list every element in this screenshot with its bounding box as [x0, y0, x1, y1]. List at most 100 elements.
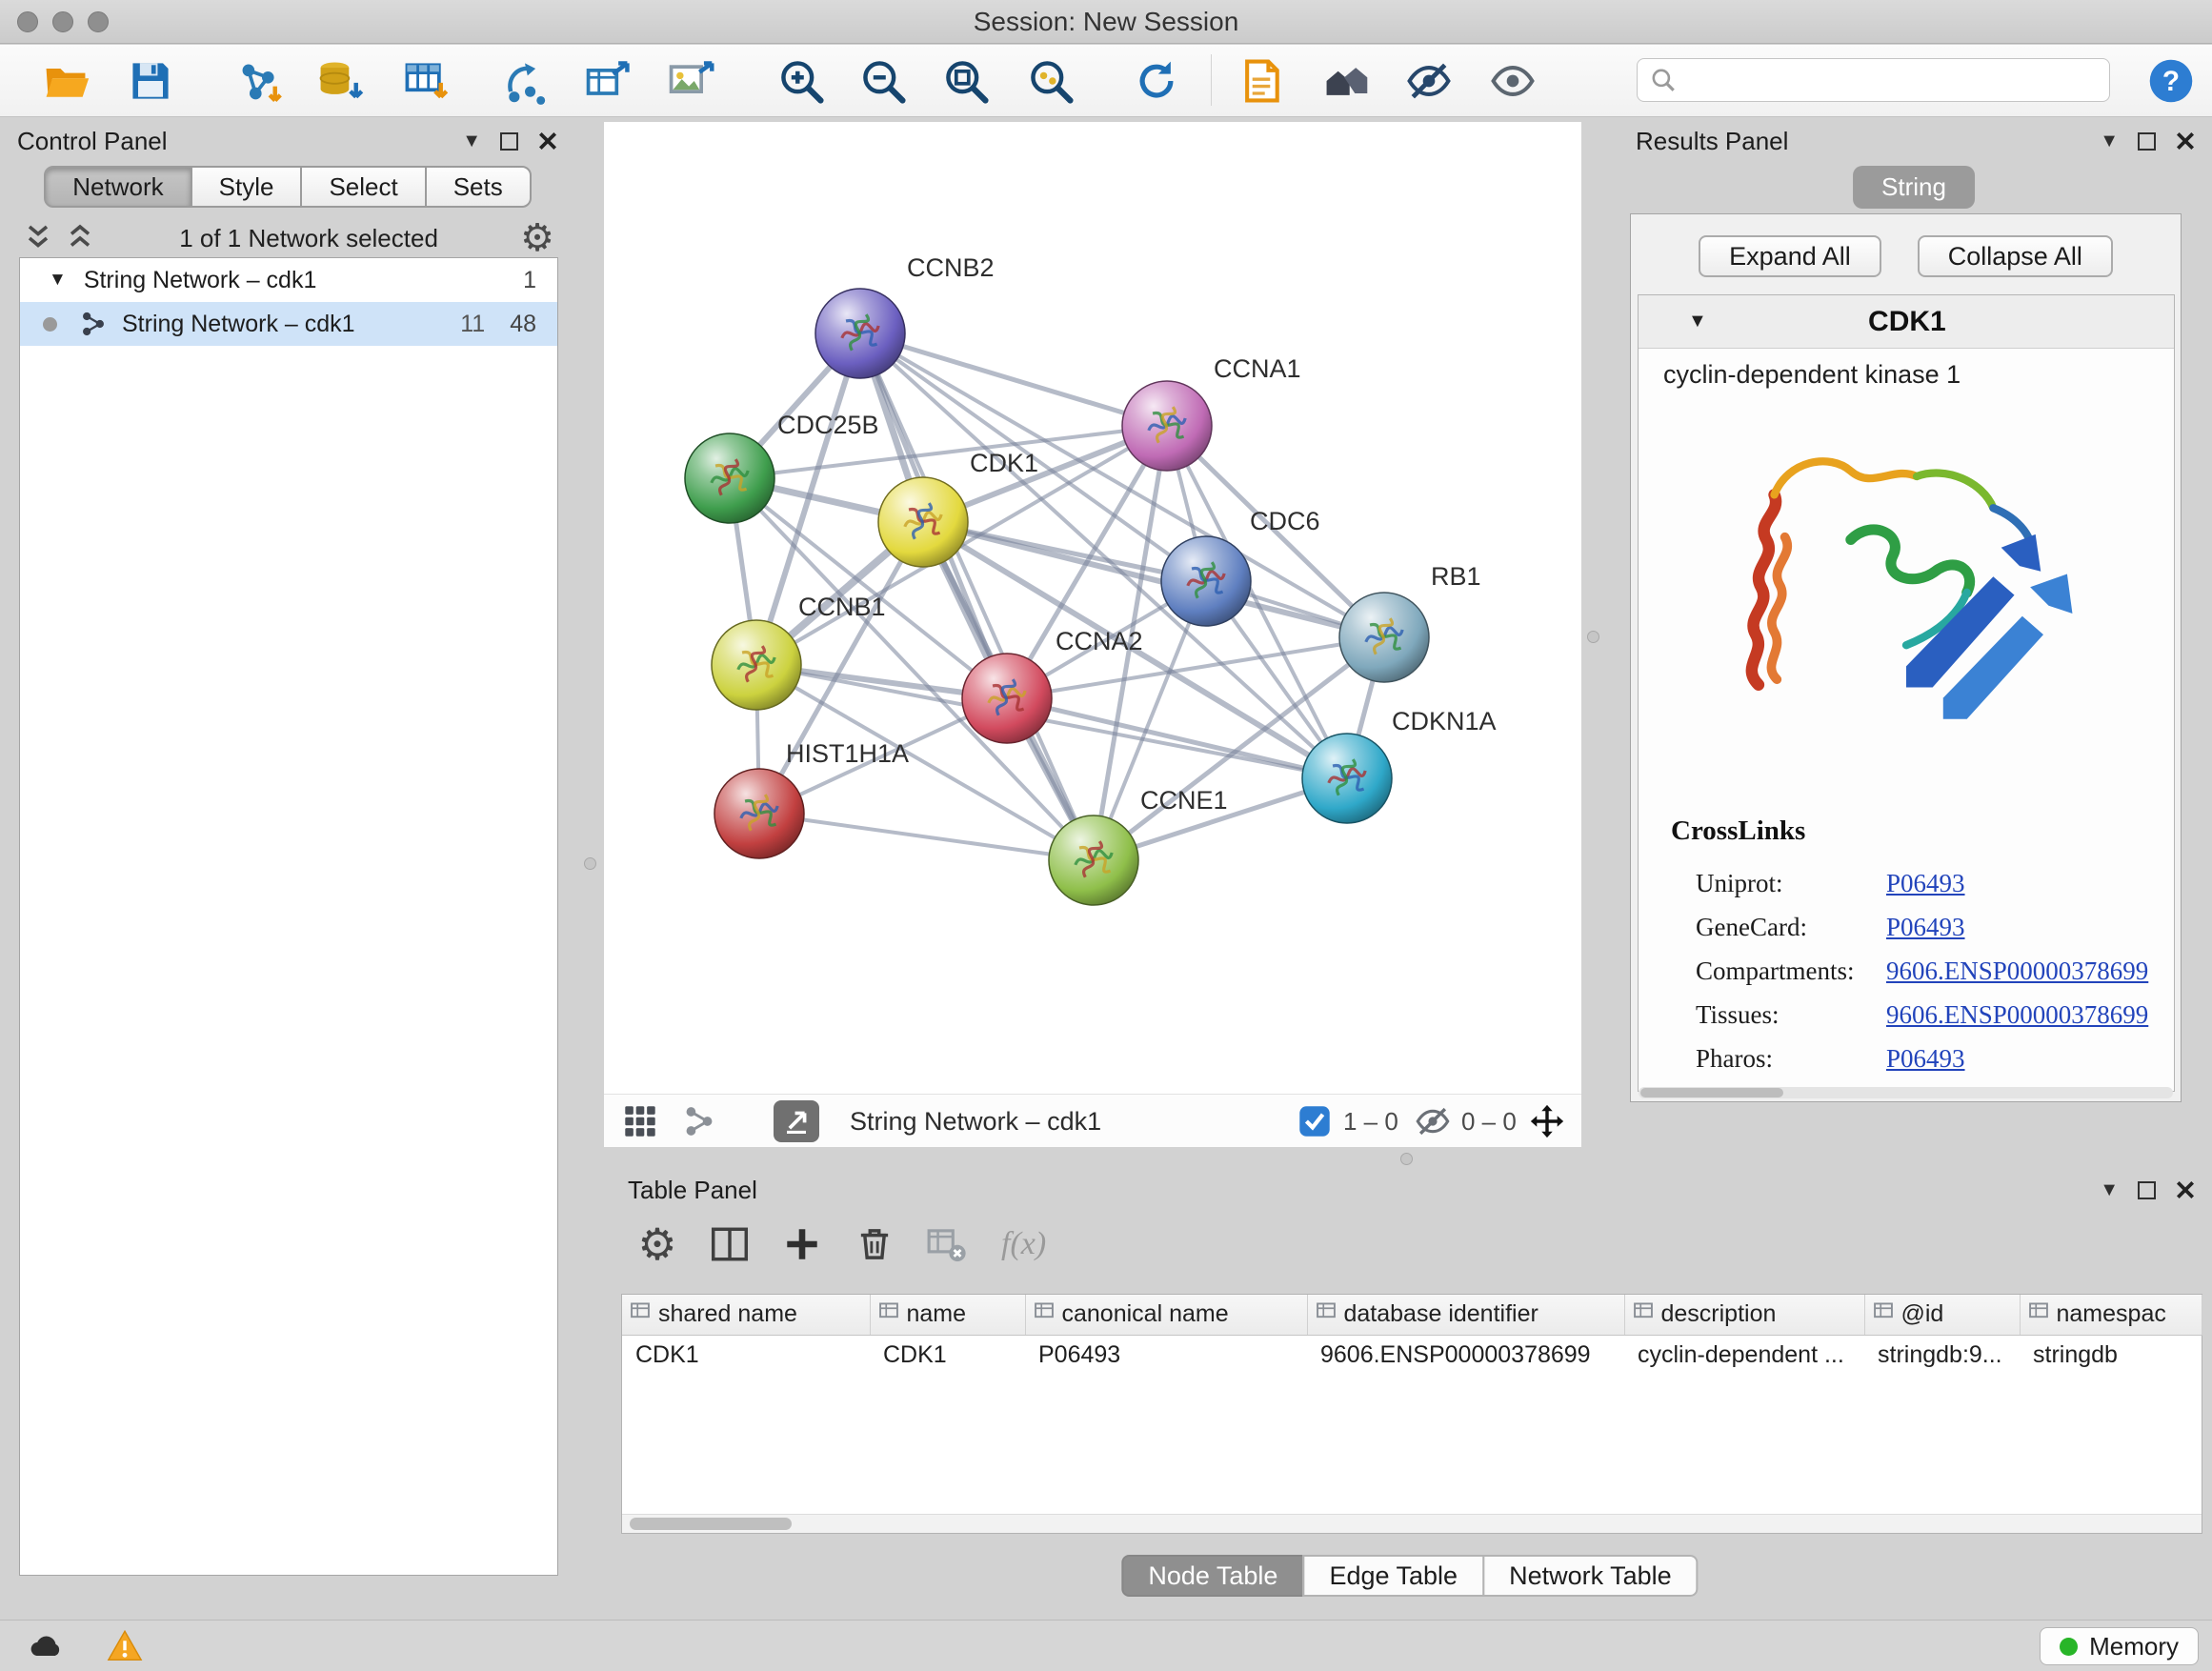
import-network-button[interactable] [230, 52, 289, 110]
crosslink-link[interactable]: P06493 [1886, 913, 1965, 942]
close-panel-icon[interactable] [2175, 1179, 2196, 1200]
column-header--id[interactable]: @id [1864, 1295, 2020, 1335]
edge-CCNA2-CDKN1A[interactable] [1007, 698, 1347, 778]
function-builder-button[interactable]: f(x) [1001, 1226, 1046, 1262]
new-annotation-button[interactable] [1232, 52, 1291, 110]
maximize-panel-icon[interactable] [2138, 132, 2156, 151]
node-CCNE1[interactable] [1049, 815, 1138, 905]
new-network-from-selection-button[interactable] [495, 52, 554, 110]
expander-icon[interactable]: ▼ [49, 270, 67, 291]
node-CCNB2[interactable] [815, 289, 905, 378]
node-CDK1[interactable] [878, 477, 968, 567]
network-collection-row[interactable]: ▼ String Network – cdk1 1 [20, 258, 557, 302]
delete-column-button[interactable] [845, 1216, 904, 1273]
maximize-panel-icon[interactable] [2138, 1181, 2156, 1199]
zoom-out-button[interactable] [854, 52, 913, 110]
delete-table-button[interactable] [917, 1216, 976, 1273]
search-input[interactable] [1687, 61, 2098, 99]
show-columns-button[interactable] [700, 1216, 759, 1273]
float-panel-icon[interactable]: ▼ [2100, 131, 2119, 151]
table-row[interactable]: CDK1CDK1P064939606.ENSP00000378699cyclin… [622, 1335, 2202, 1375]
tab-select[interactable]: Select [300, 166, 426, 208]
birdseye-view-button[interactable] [617, 1100, 663, 1142]
export-image-button[interactable] [661, 52, 720, 110]
expand-all-icon[interactable] [63, 221, 97, 255]
node-CCNB1[interactable] [712, 620, 801, 710]
tab-sets[interactable]: Sets [425, 166, 532, 208]
open-in-window-button[interactable] [774, 1100, 819, 1142]
zoom-in-button[interactable] [772, 52, 831, 110]
open-session-button[interactable] [36, 52, 95, 110]
table-horizontal-scrollbar[interactable] [622, 1514, 2202, 1533]
crosslink-link[interactable]: 9606.ENSP00000378699 [1886, 1000, 2148, 1030]
hide-selected-button[interactable] [1399, 52, 1458, 110]
edge-CCNB2-CCNE1[interactable] [860, 333, 1094, 860]
memory-button[interactable]: Memory [2040, 1627, 2199, 1665]
tab-network[interactable]: Network [44, 166, 191, 208]
cloud-status-button[interactable] [19, 1626, 70, 1666]
network-row[interactable]: String Network – cdk1 11 48 [20, 302, 557, 346]
fit-content-button[interactable] [1524, 1100, 1570, 1142]
right-splitter-handle[interactable] [1587, 631, 1599, 643]
edge-HIST1H1A-CCNE1[interactable] [759, 814, 1094, 860]
crosslink-link[interactable]: P06493 [1886, 869, 1965, 898]
column-header-description[interactable]: description [1624, 1295, 1864, 1335]
tab-string[interactable]: String [1853, 166, 1975, 209]
column-header-database-identifier[interactable]: database identifier [1307, 1295, 1624, 1335]
node-RB1[interactable] [1339, 593, 1429, 682]
column-header-namespac[interactable]: namespac [2020, 1295, 2202, 1335]
node-CCNA2[interactable] [962, 654, 1052, 743]
tab-node-table[interactable]: Node Table [1121, 1555, 1304, 1597]
node-CDKN1A[interactable] [1302, 734, 1392, 823]
edge-CDK1-RB1[interactable] [923, 522, 1384, 637]
scrollbar-thumb[interactable] [630, 1518, 792, 1530]
network-options-gear-icon[interactable]: ⚙ [520, 219, 554, 257]
expand-all-button[interactable]: Expand All [1699, 235, 1881, 277]
protein-card-header[interactable]: ▼ CDK1 [1639, 295, 2174, 349]
results-horizontal-scrollbar[interactable] [1639, 1087, 2173, 1098]
export-table-button[interactable] [578, 52, 637, 110]
scrollbar-thumb[interactable] [1640, 1088, 1783, 1097]
node-CDC25B[interactable] [685, 433, 774, 523]
import-table-button[interactable] [395, 52, 454, 110]
column-header-shared-name[interactable]: shared name [622, 1295, 870, 1335]
network-canvas[interactable]: CCNB2CCNA1CDC25BCDK1CDC6RB1CCNB1CCNA2CDK… [604, 122, 1581, 1094]
float-panel-icon[interactable]: ▼ [2100, 1180, 2119, 1199]
maximize-panel-icon[interactable] [500, 132, 518, 151]
create-column-button[interactable] [773, 1216, 832, 1273]
hidden-nodes-indicator[interactable] [1410, 1100, 1456, 1142]
collapse-all-icon[interactable] [21, 221, 55, 255]
zoom-fit-button[interactable] [936, 52, 995, 110]
node-CDC6[interactable] [1161, 536, 1251, 626]
collapse-section-icon[interactable]: ▼ [1688, 311, 1707, 332]
zoom-selected-button[interactable] [1021, 52, 1080, 110]
selected-nodes-indicator[interactable] [1292, 1100, 1337, 1142]
edge-CCNB2-CCNA1[interactable] [860, 333, 1167, 426]
float-panel-icon[interactable]: ▼ [462, 131, 481, 151]
save-session-button[interactable] [121, 52, 180, 110]
table-settings-button[interactable]: ⚙ [628, 1216, 687, 1273]
network-share-button[interactable] [676, 1100, 722, 1142]
bottom-splitter-handle[interactable] [1400, 1153, 1413, 1165]
collapse-all-button[interactable]: Collapse All [1918, 235, 2113, 277]
left-splitter-handle[interactable] [584, 857, 596, 870]
node-CCNA1[interactable] [1122, 381, 1212, 471]
first-neighbors-button[interactable] [1317, 52, 1376, 110]
close-panel-icon[interactable] [537, 131, 558, 151]
show-all-button[interactable] [1483, 52, 1542, 110]
table-cell: 9606.ENSP00000378699 [1307, 1335, 1624, 1375]
warnings-button[interactable] [99, 1626, 151, 1666]
help-button[interactable]: ? [2142, 52, 2201, 110]
import-network-database-button[interactable] [311, 52, 370, 110]
crosslink-link[interactable]: 9606.ENSP00000378699 [1886, 956, 2148, 986]
apply-layout-button[interactable] [1127, 52, 1186, 110]
tab-edge-table[interactable]: Edge Table [1302, 1555, 1484, 1597]
column-header-name[interactable]: name [870, 1295, 1025, 1335]
node-HIST1H1A[interactable] [714, 769, 804, 858]
tab-network-table[interactable]: Network Table [1482, 1555, 1699, 1597]
tab-style[interactable]: Style [191, 166, 303, 208]
column-header-canonical-name[interactable]: canonical name [1025, 1295, 1307, 1335]
crosslink-link[interactable]: P06493 [1886, 1044, 1965, 1074]
close-panel-icon[interactable] [2175, 131, 2196, 151]
control-panel-tabs: NetworkStyleSelectSets [11, 166, 564, 208]
